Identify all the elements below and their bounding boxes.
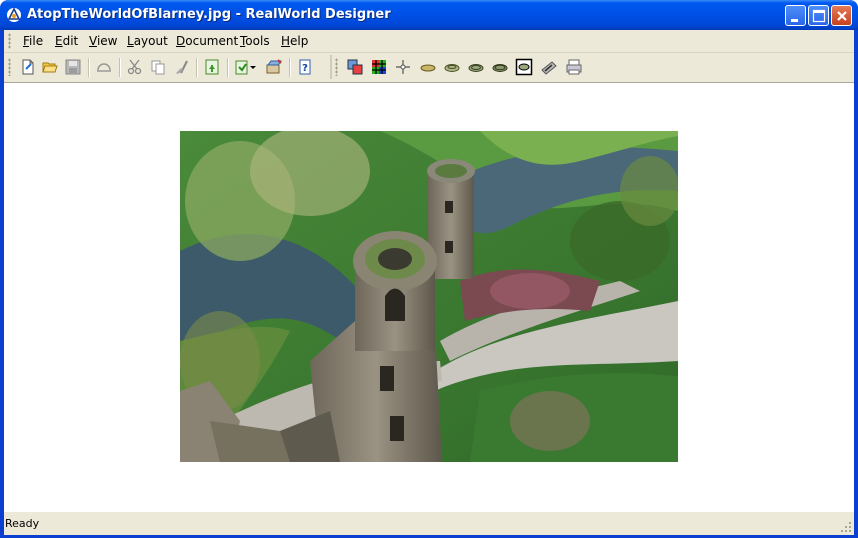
grid-icon[interactable]: [370, 58, 388, 76]
frame-icon[interactable]: [515, 58, 533, 76]
toolbar-separator: [88, 58, 90, 77]
open-icon[interactable]: [41, 58, 59, 76]
layer-2-icon[interactable]: [443, 58, 461, 76]
install-icon[interactable]: [265, 58, 283, 76]
crosshair-icon[interactable]: [394, 58, 412, 76]
dropdown-arrow-icon[interactable]: [249, 58, 257, 76]
close-button[interactable]: [831, 5, 852, 26]
minimize-icon: [791, 19, 798, 22]
app-window: AtopTheWorldOfBlarney.jpg - RealWorld De…: [0, 0, 858, 538]
maximize-button[interactable]: [808, 5, 829, 26]
save-icon[interactable]: [64, 58, 82, 76]
menu-tools[interactable]: Tools: [240, 34, 270, 48]
menu-bar: File Edit View Layout Document Tools Hel…: [4, 30, 854, 53]
toolbar-separator: [227, 58, 229, 77]
undo-icon[interactable]: [95, 58, 113, 76]
svg-text:?: ?: [302, 63, 308, 74]
export-icon[interactable]: [203, 58, 221, 76]
scanner-icon[interactable]: [540, 58, 558, 76]
cut-icon[interactable]: [126, 58, 144, 76]
app-logo-icon: [7, 7, 21, 22]
toolbar: ?: [4, 53, 854, 81]
minimize-button[interactable]: [785, 5, 806, 26]
status-bar: Ready: [4, 511, 854, 535]
print-icon[interactable]: [565, 58, 583, 76]
window-title: AtopTheWorldOfBlarney.jpg - RealWorld De…: [27, 7, 391, 22]
menu-help[interactable]: Help: [281, 34, 308, 48]
resize-grip-icon[interactable]: [840, 521, 852, 533]
menu-view[interactable]: View: [89, 34, 117, 48]
copy-icon[interactable]: [149, 58, 167, 76]
menu-layout[interactable]: Layout: [127, 34, 168, 48]
layer-3-icon[interactable]: [467, 58, 485, 76]
paste-icon[interactable]: [172, 58, 190, 76]
title-bar[interactable]: AtopTheWorldOfBlarney.jpg - RealWorld De…: [0, 0, 858, 30]
layer-4-icon[interactable]: [491, 58, 509, 76]
layer-1-icon[interactable]: [419, 58, 437, 76]
close-icon: [837, 11, 847, 21]
canvas-size-icon[interactable]: [346, 58, 364, 76]
status-text: Ready: [5, 517, 40, 530]
help-icon[interactable]: ?: [296, 58, 314, 76]
toolbar-group-divider: [330, 55, 332, 79]
window-client-area: File Edit View Layout Document Tools Hel…: [4, 30, 854, 535]
menu-document[interactable]: Document: [176, 34, 238, 48]
toolbar-separator: [119, 58, 121, 77]
toolbar-grip[interactable]: [8, 58, 11, 76]
toolbar-separator: [289, 58, 291, 77]
menu-grip[interactable]: [8, 33, 11, 49]
menu-edit[interactable]: Edit: [55, 34, 78, 48]
document-image[interactable]: [180, 131, 678, 462]
menu-file[interactable]: File: [23, 34, 43, 48]
toolbar-separator: [196, 58, 198, 77]
maximize-icon: [812, 9, 826, 23]
document-canvas[interactable]: [4, 82, 854, 511]
toolbar2-grip[interactable]: [335, 58, 338, 76]
new-icon[interactable]: [19, 58, 37, 76]
